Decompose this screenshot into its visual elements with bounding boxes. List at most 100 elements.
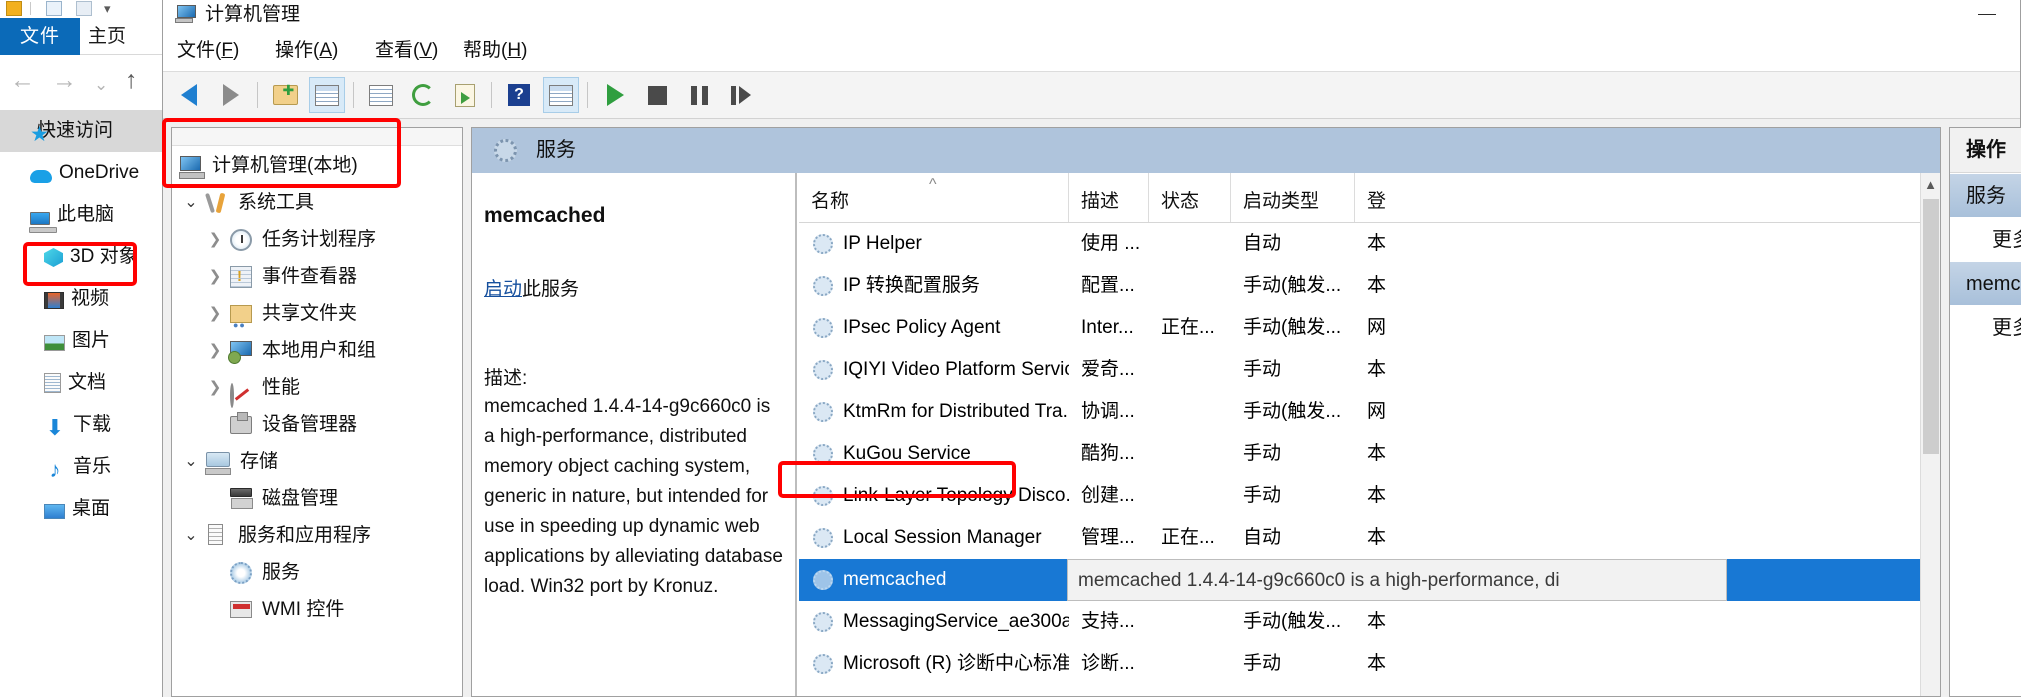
tree-item-performance[interactable]: ❯ 性能 — [172, 369, 462, 408]
chevron-down-icon[interactable]: ⌄ — [182, 443, 200, 480]
back-arrow-icon[interactable] — [171, 77, 207, 113]
tree-item-disk-management[interactable]: 磁盘管理 — [172, 480, 462, 517]
cell-description: 酷狗... — [1081, 443, 1135, 464]
pause-service-icon[interactable] — [681, 77, 717, 113]
new-folder-quick-icon[interactable] — [76, 1, 92, 16]
table-row[interactable]: KtmRm for Distributed Tra... 协调... 手动(触发… — [799, 391, 1940, 433]
tree-item-shared-folders[interactable]: ❯ 共享文件夹 — [172, 295, 462, 344]
explorer-item-desktop[interactable]: 桌面 — [0, 488, 170, 530]
menu-file[interactable]: 文件(F) — [177, 30, 239, 72]
up-arrow-icon[interactable]: ↑ — [125, 68, 138, 93]
cell-status: 正在... — [1161, 317, 1215, 338]
table-row[interactable]: Local Session Manager 管理... 正在... 自动 本 — [799, 517, 1940, 559]
actions-group-memcached[interactable]: memcached — [1950, 262, 2021, 306]
action-more-actions-memcached[interactable]: 更多操作 — [1950, 306, 2021, 350]
table-row[interactable]: IP 转换配置服务 配置... 手动(触发... 本 — [799, 265, 1940, 307]
file-explorer-window: ▾ 文件 主页 ← → ⌄ ↑ ★快速访问 OneDrive 此电脑 3D 对象 — [0, 0, 170, 697]
column-header-status[interactable]: 状态 — [1149, 173, 1231, 222]
show-hide-action-pane-icon[interactable] — [543, 77, 579, 113]
explorer-item-pictures[interactable]: 图片 — [0, 320, 170, 362]
tree-item-computer-management-local[interactable]: 计算机管理(本地) — [172, 147, 462, 184]
menu-bar: 文件(F) 操作(A) 查看(V) 帮助(H) — [163, 30, 2020, 72]
explorer-item-documents[interactable]: 文档 — [0, 362, 170, 404]
cell-status — [1149, 349, 1231, 391]
explorer-item-quick-access[interactable]: ★快速访问 — [0, 110, 170, 152]
chevron-down-icon[interactable]: ⌄ — [94, 72, 108, 97]
table-row[interactable]: Link-Layer Topology Disco... 创建... 手动 本 — [799, 475, 1940, 517]
show-hide-folder-icon[interactable] — [267, 77, 303, 113]
start-service-icon[interactable] — [597, 77, 633, 113]
explorer-item-downloads[interactable]: ⬇ 下载 — [0, 404, 170, 446]
column-header-logon-as[interactable]: 登 — [1355, 173, 1415, 222]
start-service-link[interactable]: 启动 — [484, 279, 522, 300]
actions-group-services[interactable]: 服务 — [1950, 174, 2021, 218]
explorer-item-onedrive[interactable]: OneDrive — [0, 152, 170, 194]
toolbar-divider — [587, 82, 588, 108]
tree-item-local-users-and-groups[interactable]: ❯ 本地用户和组 — [172, 332, 462, 369]
refresh-icon[interactable] — [405, 77, 441, 113]
table-row[interactable]: IPsec Policy Agent Inter... 正在... 手动(触发.… — [799, 307, 1940, 349]
tree-item-services[interactable]: 服务 — [172, 554, 462, 591]
chevron-right-icon[interactable]: ❯ — [206, 221, 224, 258]
tree-item-event-viewer[interactable]: ❯ 事件查看器 — [172, 258, 462, 295]
action-more-actions-services[interactable]: 更多操作 — [1950, 218, 2021, 262]
menu-view[interactable]: 查看(V) — [375, 30, 438, 72]
minimize-button[interactable] — [1964, 0, 2010, 30]
cell-description: Inter... — [1081, 317, 1134, 338]
table-row[interactable]: KuGou Service 酷狗... 手动 本 — [799, 433, 1940, 475]
table-row-selected[interactable]: memcached memcached 1.4.4-14-g9c660c0 is… — [799, 559, 1940, 601]
chevron-right-icon[interactable]: ❯ — [206, 295, 224, 332]
services-icon — [230, 562, 252, 584]
services-applications-icon — [208, 524, 223, 545]
chevron-down-icon[interactable]: ⌄ — [182, 184, 200, 221]
scroll-up-icon[interactable]: ▲ — [1921, 173, 1940, 197]
table-row[interactable]: IP Helper 使用 ... 自动 本 — [799, 223, 1940, 265]
forward-arrow-icon[interactable] — [213, 77, 249, 113]
tree-item-device-manager[interactable]: 设备管理器 — [172, 406, 462, 443]
help-icon[interactable]: ? — [501, 77, 537, 113]
tree-item-task-scheduler[interactable]: ❯ 任务计划程序 — [172, 221, 462, 258]
tree-item-storage[interactable]: ⌄ 存储 — [172, 443, 462, 480]
service-action-line: 启动此服务 — [484, 274, 781, 301]
explorer-item-videos[interactable]: 视频 — [0, 278, 170, 320]
column-header-description[interactable]: 描述 — [1069, 173, 1149, 222]
toolbar-divider — [30, 2, 31, 15]
services-pane-header: 服务 — [472, 128, 1940, 173]
back-arrow-icon[interactable]: ← — [10, 68, 35, 93]
description-label: 描述: — [484, 368, 528, 389]
services-list: 名称 ^ 描述 状态 启动类型 登 IP Helper 使用 ... 自动 本 … — [799, 173, 1940, 696]
show-hide-console-tree-icon[interactable] — [309, 77, 345, 113]
tree-item-wmi-control[interactable]: WMI 控件 — [172, 591, 462, 628]
export-list-icon[interactable] — [447, 77, 483, 113]
tree-item-system-tools[interactable]: ⌄ 系统工具 — [172, 184, 462, 221]
services-pane: 服务 memcached 启动此服务 描述: memcached 1.4.4-1… — [471, 127, 1941, 697]
column-header-startup-type[interactable]: 启动类型 — [1231, 173, 1355, 222]
chevron-right-icon[interactable]: ❯ — [206, 258, 224, 295]
table-row[interactable]: Microsoft (R) 诊断中心标准 诊断... 手动 本 — [799, 643, 1940, 685]
tab-home[interactable]: 主页 — [88, 18, 126, 55]
explorer-item-3d-objects[interactable]: 3D 对象 — [0, 236, 170, 278]
scrollbar-thumb[interactable] — [1923, 199, 1939, 454]
tree-item-services-and-applications[interactable]: ⌄ 服务和应用程序 — [172, 517, 462, 554]
tab-file[interactable]: 文件 — [0, 18, 80, 55]
menu-action[interactable]: 操作(A) — [275, 30, 338, 72]
cell-logon-as: 本 — [1367, 611, 1387, 632]
services-list-scrollbar[interactable]: ▲ — [1920, 173, 1940, 696]
cell-name: Local Session Manager — [843, 527, 1042, 548]
chevron-down-icon[interactable]: ⌄ — [182, 517, 200, 554]
stop-service-icon[interactable] — [639, 77, 675, 113]
cell-status — [1149, 433, 1231, 475]
system-tools-icon — [206, 192, 228, 214]
forward-arrow-icon[interactable]: → — [52, 68, 77, 93]
properties-icon[interactable] — [363, 77, 399, 113]
table-row[interactable]: MessagingService_ae300a... 支持... 手动(触发..… — [799, 601, 1940, 643]
chevron-right-icon[interactable]: ❯ — [206, 369, 224, 406]
table-row[interactable]: IQIYI Video Platform Service 爱奇... 手动 本 — [799, 349, 1940, 391]
properties-quick-icon[interactable] — [46, 1, 62, 16]
menu-help[interactable]: 帮助(H) — [463, 30, 527, 72]
explorer-item-this-pc[interactable]: 此电脑 — [0, 194, 170, 236]
restart-service-icon[interactable] — [723, 77, 759, 113]
chevron-right-icon[interactable]: ❯ — [206, 332, 224, 369]
explorer-item-music[interactable]: ♪ 音乐 — [0, 446, 170, 488]
customize-qat-icon[interactable]: ▾ — [104, 1, 120, 16]
